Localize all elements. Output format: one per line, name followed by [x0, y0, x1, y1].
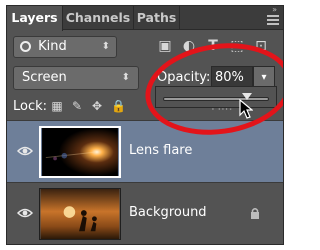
filter-row: Kind ⬍ ▣ ◐ T ⬚ ⊡ [7, 36, 283, 60]
tab-channels[interactable]: Channels [63, 6, 134, 30]
layer-row-lens-flare[interactable]: Lens flare [7, 120, 283, 182]
opacity-label: Opacity: [157, 70, 211, 85]
blend-mode-value: Screen [22, 70, 67, 85]
chevron-updown-icon: ⬍ [121, 72, 130, 83]
tab-layers[interactable]: Layers [7, 6, 63, 31]
smart-object-filter-icon[interactable]: ⊡ [253, 38, 269, 54]
lock-all-icon[interactable]: 🔒 [111, 100, 126, 112]
lock-transparent-pixels-icon[interactable]: ▦ [51, 100, 63, 112]
panel-menu-icon[interactable] [267, 15, 279, 27]
tab-paths[interactable]: Paths [134, 6, 180, 30]
layer-thumbnail-lens-flare[interactable] [39, 126, 121, 178]
search-icon [20, 41, 31, 52]
layer-name[interactable]: Lens flare [129, 143, 192, 158]
lock-position-icon[interactable]: ✥ [91, 100, 103, 112]
lock-icon [251, 208, 259, 219]
type-filter-icon[interactable]: T [205, 38, 221, 54]
adjustment-filter-icon[interactable]: ◐ [181, 38, 197, 54]
lock-label: Lock: [13, 99, 48, 114]
layer-thumbnail-background[interactable] [39, 188, 121, 240]
mouse-cursor-icon [239, 99, 253, 119]
eye-icon[interactable] [17, 145, 33, 157]
shape-filter-icon[interactable]: ⬚ [229, 38, 245, 54]
panel-tab-bar: Layers Channels Paths » [7, 6, 283, 31]
layer-row-background[interactable]: Background [7, 182, 283, 244]
layer-name[interactable]: Background [129, 205, 207, 220]
collapse-icon[interactable]: » [272, 6, 277, 14]
opacity-slider-track[interactable] [163, 93, 269, 101]
eye-icon[interactable] [17, 207, 33, 219]
filter-kind-label: Kind [38, 39, 67, 54]
filter-kind-select[interactable]: Kind ⬍ [13, 36, 117, 58]
lock-pixels-icon[interactable]: ✎ [71, 100, 83, 112]
chevron-updown-icon: ⬍ [101, 41, 110, 52]
image-filter-icon[interactable]: ▣ [157, 38, 173, 54]
blend-mode-select[interactable]: Screen ⬍ [13, 66, 139, 90]
opacity-slider-popup [155, 86, 277, 108]
layers-panel: Layers Channels Paths » Kind ⬍ ▣ ◐ T ⬚ ⊡… [6, 5, 284, 245]
